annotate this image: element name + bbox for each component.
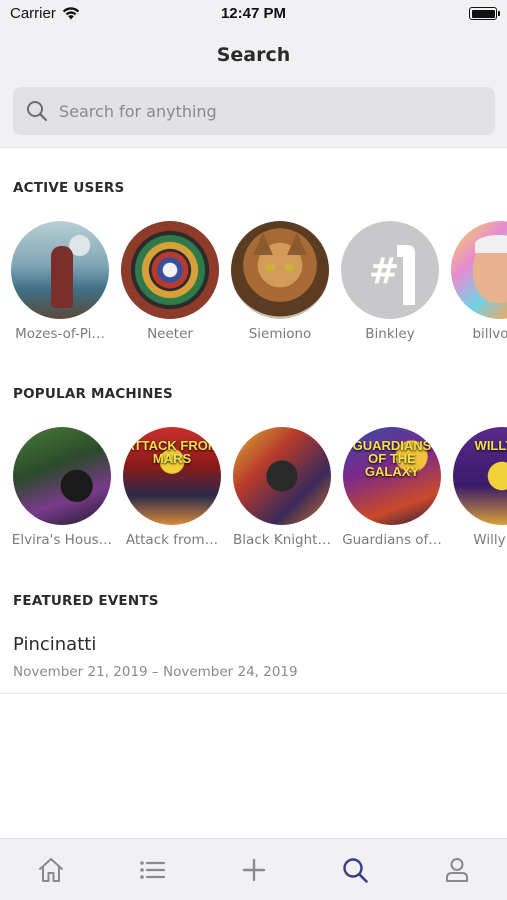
machine-name: Guardians of…	[342, 532, 442, 548]
home-icon	[38, 858, 63, 882]
svg-text:#: #	[369, 251, 399, 292]
user-tile-binkley[interactable]: # Binkley	[340, 221, 440, 342]
machine-tile-attack-from-mars[interactable]: ATTACK FROM MARS Attack from…	[122, 427, 222, 548]
machine-name: Elvira's Hous…	[11, 532, 113, 548]
machine-image	[233, 427, 331, 525]
machine-tile-black-knight[interactable]: Black Knight…	[232, 427, 332, 548]
search-input[interactable]	[59, 91, 459, 131]
page-title: Search	[216, 44, 291, 66]
user-tile-neeter[interactable]: Neeter	[120, 221, 220, 342]
search-bar[interactable]	[13, 87, 495, 135]
machine-image: WILLY W	[453, 427, 507, 525]
avatar: #	[341, 221, 439, 319]
event-name: Pincinatti	[13, 634, 97, 655]
tab-list[interactable]	[101, 839, 202, 900]
machine-image: GUARDIANS OF THE GALAXY	[343, 427, 441, 525]
user-name: Mozes-of-Pi…	[15, 326, 105, 342]
popular-machines-row[interactable]: Elvira's Hous… ATTACK FROM MARS Attack f…	[0, 427, 507, 557]
user-tile-mozes[interactable]: Mozes-of-Pi…	[10, 221, 110, 342]
machine-image	[13, 427, 111, 525]
machine-name: Willy Wo	[473, 532, 507, 548]
machine-name: Attack from…	[125, 532, 219, 548]
machine-name: Black Knight…	[233, 532, 331, 548]
event-row[interactable]: Pincinatti November 21, 2019 – November …	[0, 622, 507, 694]
event-dates: November 21, 2019 – November 24, 2019	[13, 664, 298, 680]
header-area: Carrier 12:47 PM Search	[0, 0, 507, 148]
hashtag-icon: #	[369, 245, 415, 305]
machine-art-text: GUARDIANS OF THE GALAXY	[352, 438, 432, 479]
machine-art-text: ATTACK FROM MARS	[125, 438, 219, 466]
user-name: Siemiono	[248, 326, 312, 342]
machine-art-text: WILLY W	[474, 438, 507, 453]
featured-events-heading: FEATURED EVENTS	[13, 593, 159, 609]
person-icon	[445, 858, 468, 882]
avatar	[231, 221, 329, 319]
status-time: 12:47 PM	[220, 5, 287, 22]
tab-search[interactable]	[304, 839, 405, 900]
active-users-heading: ACTIVE USERS	[13, 180, 125, 196]
tab-add[interactable]	[203, 839, 304, 900]
tab-home[interactable]	[0, 839, 101, 900]
machine-tile-elvira[interactable]: Elvira's Hous…	[12, 427, 112, 548]
plus-icon	[242, 858, 265, 882]
avatar	[121, 221, 219, 319]
machine-tile-guardians[interactable]: GUARDIANS OF THE GALAXY Guardians of…	[342, 427, 442, 548]
popular-machines-heading: POPULAR MACHINES	[13, 386, 173, 402]
search-icon	[27, 101, 48, 122]
status-bar: Carrier 12:47 PM	[0, 0, 507, 30]
active-users-row[interactable]: Mozes-of-Pi… Neeter Siemiono # Binkley b…	[0, 221, 507, 351]
tab-bar	[0, 838, 507, 900]
machine-tile-willy-wonka[interactable]: WILLY W Willy Wo	[452, 427, 507, 548]
user-tile-billvolck[interactable]: billvolck	[450, 221, 507, 342]
user-name: billvolck	[472, 326, 507, 342]
tab-profile[interactable]	[406, 839, 507, 900]
battery-icon	[469, 7, 500, 20]
user-name: Binkley	[365, 326, 415, 342]
search-icon	[342, 858, 368, 883]
avatar	[11, 221, 109, 319]
avatar	[451, 221, 507, 319]
list-icon	[139, 861, 165, 879]
user-name: Neeter	[147, 326, 193, 342]
user-tile-siemiono[interactable]: Siemiono	[230, 221, 330, 342]
machine-image: ATTACK FROM MARS	[123, 427, 221, 525]
